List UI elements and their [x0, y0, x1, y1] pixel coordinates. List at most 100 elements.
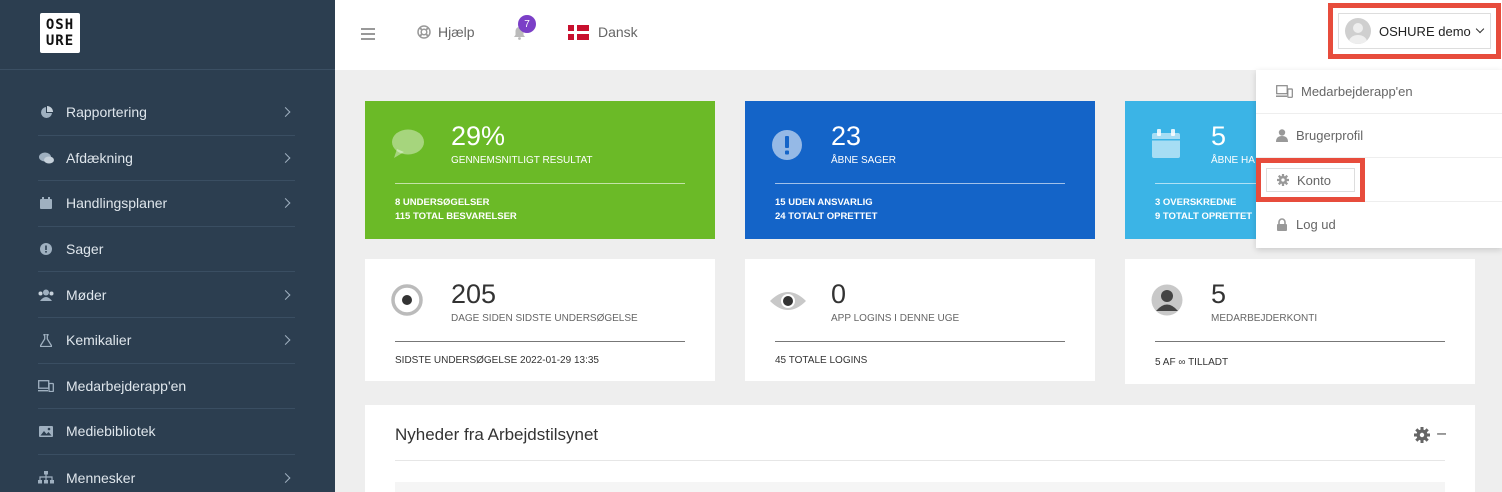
sidebar-item-label: Kemikalier	[66, 332, 132, 349]
menu-item-log-ud[interactable]: Log ud	[1256, 202, 1502, 246]
stat-footer: 3 OVERSKREDNE 9 TOTALT OPRETTET	[1155, 196, 1252, 224]
stat-footer-line: 5 AF ∞ TILLADT	[1155, 357, 1229, 368]
stat-footer-line: 24 TOTALT OPRETTET	[775, 211, 878, 222]
lock-icon	[1277, 217, 1287, 231]
chevron-right-icon	[280, 198, 291, 209]
sidebar-item-label: Medarbejderapp'en	[66, 377, 187, 394]
divider	[395, 183, 685, 184]
stat-card-app-logins[interactable]: 0 APP LOGINS I DENNE UGE 45 TOTALE LOGIN…	[745, 259, 1095, 381]
konto-highlight: Konto	[1256, 158, 1365, 202]
sidebar-item-medarbejderappen[interactable]: Medarbejderapp'en	[38, 364, 295, 410]
sidebar-item-label: Rapportering	[66, 104, 147, 121]
panel-title: Nyheder fra Arbejdstilsynet	[395, 425, 599, 444]
chevron-down-icon	[1475, 24, 1484, 34]
sidebar: OSH URE Rapportering Afdækning Handlings…	[0, 0, 335, 492]
danish-flag-icon	[568, 24, 589, 40]
sidebar-item-rapportering[interactable]: Rapportering	[38, 90, 295, 136]
logo-line-2: URE	[45, 33, 75, 49]
pie-chart-icon	[38, 105, 54, 119]
stat-card-days-since-survey[interactable]: 205 DAGE SIDEN SIDSTE UNDERSØGELSE SIDST…	[365, 259, 715, 381]
users-icon	[38, 288, 54, 302]
sitemap-icon	[38, 471, 54, 485]
stat-value: 5	[1211, 279, 1227, 309]
menu-item-label: Log ud	[1296, 216, 1336, 232]
stat-card-employee-accounts[interactable]: 5 MEDARBEJDERKONTI 5 AF ∞ TILLADT	[1125, 259, 1475, 384]
stat-label: APP LOGINS I DENNE UGE	[831, 313, 960, 324]
divider	[395, 341, 685, 342]
collapse-button[interactable]: –	[1437, 425, 1446, 443]
stat-footer: 15 UDEN ANSVARLIG 24 TOTALT OPRETTET	[775, 196, 877, 224]
menu-item-medarbejderappen[interactable]: Medarbejderapp'en	[1256, 70, 1502, 114]
divider	[775, 341, 1065, 342]
chevron-right-icon	[280, 335, 291, 346]
stat-footer-line: 8 UNDERSØGELSER	[395, 197, 490, 208]
user-icon	[1276, 129, 1288, 142]
logo-area: OSH URE	[0, 0, 335, 70]
exclamation-icon	[38, 242, 54, 256]
lifebuoy-icon	[417, 25, 431, 39]
stat-card-cases[interactable]: 23 ÅBNE SAGER 15 UDEN ANSVARLIG 24 TOTAL…	[745, 101, 1095, 239]
chevron-right-icon	[280, 107, 291, 118]
user-circle-icon	[1151, 284, 1183, 321]
stat-label: ÅBNE HA	[1211, 155, 1255, 166]
sidebar-item-label: Afdækning	[66, 149, 133, 166]
chevron-right-icon	[280, 152, 291, 163]
speech-bubble-icon	[391, 129, 425, 164]
user-menu-highlight: OSHURE demo	[1328, 3, 1501, 59]
stat-footer-line: 115 TOTAL BESVARELSER	[395, 211, 517, 222]
stat-value: 205	[451, 279, 497, 309]
stat-footer: 8 UNDERSØGELSER 115 TOTAL BESVARELSER	[395, 196, 517, 224]
chevron-right-icon	[280, 472, 291, 483]
sidebar-item-mennesker[interactable]: Mennesker	[38, 455, 295, 492]
logo[interactable]: OSH URE	[40, 13, 80, 53]
sidebar-item-mediebibliotek[interactable]: Mediebibliotek	[38, 409, 295, 455]
sidebar-item-label: Handlingsplaner	[66, 195, 168, 212]
image-icon	[38, 424, 54, 438]
news-list	[395, 482, 1445, 492]
sidebar-item-kemikalier[interactable]: Kemikalier	[38, 318, 295, 364]
stat-footer-line: 15 UDEN ANSVARLIG	[775, 197, 873, 208]
stat-value: 5	[1211, 121, 1227, 151]
sidebar-item-label: Mennesker	[66, 469, 136, 486]
target-icon	[391, 284, 423, 321]
language-label: Dansk	[598, 24, 638, 40]
menu-item-konto[interactable]: Konto	[1266, 168, 1355, 192]
sidebar-item-label: Sager	[66, 241, 104, 258]
menu-item-brugerprofil[interactable]: Brugerprofil	[1256, 114, 1502, 158]
stat-value: 0	[831, 279, 847, 309]
sidebar-item-handlingsplaner[interactable]: Handlingsplaner	[38, 181, 295, 227]
calendar-icon	[1151, 129, 1181, 164]
language-selector[interactable]: Dansk	[568, 24, 638, 40]
stat-label: GENNEMSNITLIGT RESULTAT	[451, 155, 593, 166]
news-panel: Nyheder fra Arbejdstilsynet –	[365, 405, 1475, 492]
exclamation-circle-icon	[771, 129, 803, 166]
logo-line-1: OSH	[45, 17, 75, 33]
help-label: Hjælp	[438, 24, 475, 40]
stat-card-result[interactable]: 29% GENNEMSNITLIGT RESULTAT 8 UNDERSØGEL…	[365, 101, 715, 239]
sidebar-nav: Rapportering Afdækning Handlingsplaner S…	[0, 90, 335, 492]
sidebar-item-label: Mediebibliotek	[66, 423, 156, 440]
divider	[1155, 341, 1445, 342]
user-menu-button[interactable]: OSHURE demo	[1338, 13, 1491, 49]
sidebar-item-moeder[interactable]: Møder	[38, 272, 295, 318]
devices-icon	[1276, 85, 1293, 98]
stat-value: 23	[831, 121, 862, 151]
notification-badge: 7	[518, 15, 536, 33]
user-name: OSHURE demo	[1379, 23, 1471, 39]
stat-label: DAGE SIDEN SIDSTE UNDERSØGELSE	[451, 313, 638, 324]
sidebar-item-sager[interactable]: Sager	[38, 227, 295, 273]
help-link[interactable]: Hjælp	[417, 24, 475, 40]
stat-footer-line: 9 TOTALT OPRETTET	[1155, 211, 1253, 222]
divider	[775, 183, 1065, 184]
comments-icon	[38, 151, 54, 165]
menu-toggle-icon[interactable]	[361, 28, 375, 40]
stat-footer-line: 45 TOTALE LOGINS	[775, 355, 868, 366]
eye-icon	[769, 289, 807, 318]
sidebar-item-afdaekning[interactable]: Afdækning	[38, 136, 295, 182]
menu-item-label: Medarbejderapp'en	[1301, 84, 1413, 99]
gear-icon[interactable]	[1414, 427, 1430, 448]
calendar-icon	[38, 196, 54, 210]
sidebar-item-label: Møder	[66, 286, 107, 303]
stat-value: 29%	[451, 121, 506, 151]
stat-label: MEDARBEJDERKONTI	[1211, 313, 1318, 324]
